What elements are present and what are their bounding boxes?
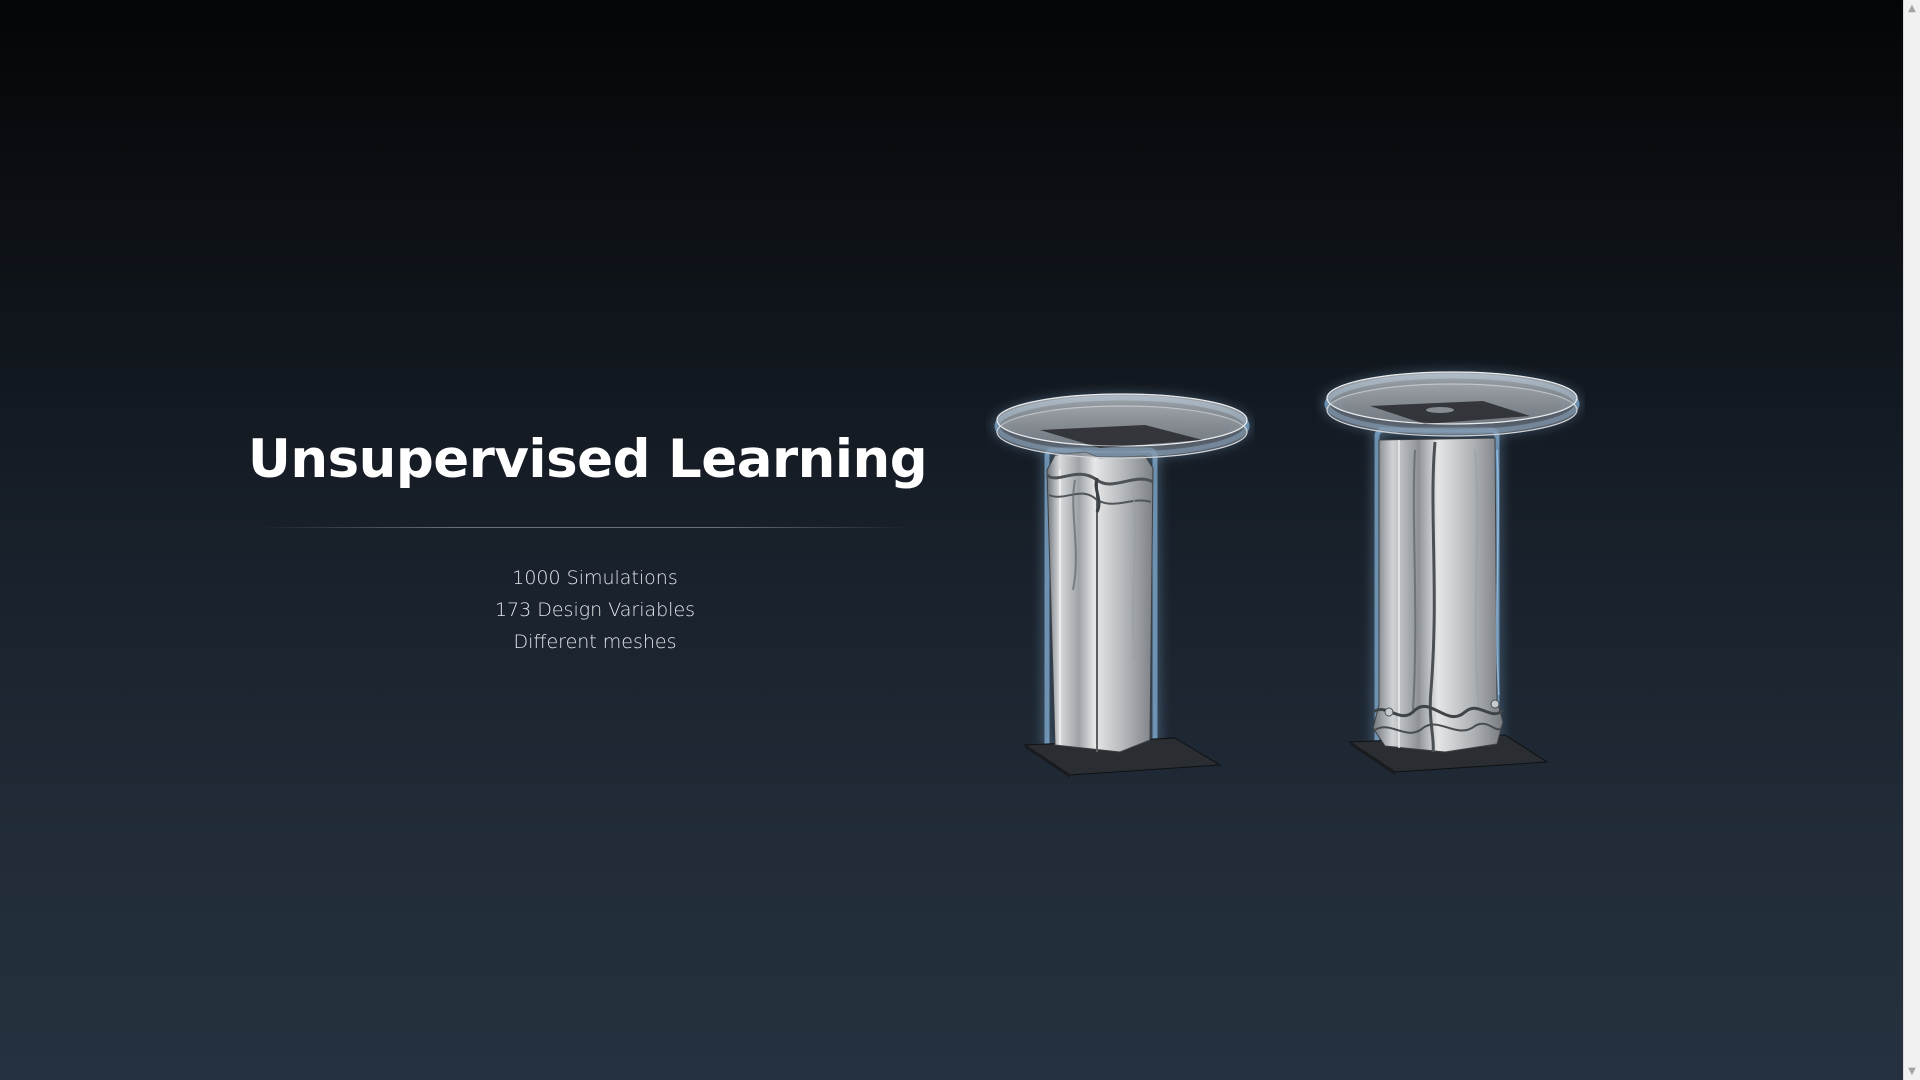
- slide-title: Unsupervised Learning: [247, 429, 928, 490]
- scroll-down-arrow-icon[interactable]: ▼: [1904, 1063, 1920, 1080]
- vertical-scrollbar[interactable]: ▲ ▼: [1903, 0, 1920, 1080]
- crash-column-right-figure: [1315, 360, 1585, 790]
- scroll-up-arrow-icon[interactable]: ▲: [1904, 0, 1920, 17]
- column-body: [1372, 437, 1504, 753]
- slide-page: Unsupervised Learning 1000 Simulations 1…: [0, 0, 1920, 1080]
- slide-content: Unsupervised Learning 1000 Simulations 1…: [0, 0, 1903, 1080]
- fact-item: Different meshes: [513, 631, 677, 653]
- facts-list: 1000 Simulations 173 Design Variables Di…: [395, 562, 795, 658]
- fact-item: 173 Design Variables: [494, 599, 696, 621]
- fact-item: 1000 Simulations: [512, 567, 678, 589]
- crash-column-left-figure: [985, 360, 1255, 790]
- title-divider: [260, 527, 910, 528]
